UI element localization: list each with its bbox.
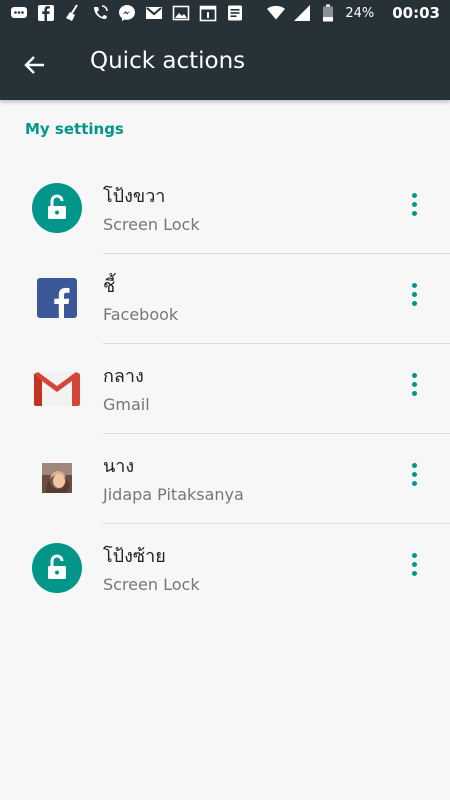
more-options-button[interactable] <box>402 193 426 223</box>
list-item[interactable]: นาง Jidapa Pitaksanya <box>0 433 450 523</box>
messenger-icon <box>118 4 136 22</box>
more-options-button[interactable] <box>402 553 426 583</box>
gmail-notification-icon <box>145 4 163 22</box>
page-title: Quick actions <box>90 48 246 74</box>
gmail-icon <box>32 363 82 413</box>
notes-icon <box>226 4 244 22</box>
divider <box>103 253 450 254</box>
item-title: ชี้ <box>103 276 116 297</box>
more-options-button[interactable] <box>402 373 426 403</box>
more-vert-icon <box>402 283 426 306</box>
item-subtitle: Screen Lock <box>103 575 200 594</box>
notification-icons <box>10 4 244 22</box>
status-bar: 24% 00:03 <box>0 0 450 28</box>
more-vert-icon <box>402 463 426 486</box>
calendar-icon <box>199 4 217 22</box>
wifi-icon <box>267 4 286 22</box>
divider <box>103 343 450 344</box>
divider <box>103 433 450 434</box>
item-subtitle: Screen Lock <box>103 215 200 234</box>
list-item[interactable]: กลาง Gmail <box>0 343 450 433</box>
lock-open-icon <box>32 543 82 593</box>
app-bar: Quick actions <box>0 28 450 100</box>
item-title: โป้งซ้าย <box>103 546 166 567</box>
wifi-calling-icon <box>91 4 109 22</box>
battery-percent: 24% <box>345 5 375 21</box>
item-title: นาง <box>103 456 135 477</box>
facebook-notification-icon <box>37 4 55 22</box>
clock: 00:03 <box>392 4 440 22</box>
chat-bubble-icon <box>10 4 28 22</box>
item-title: กลาง <box>103 366 144 387</box>
divider <box>103 523 450 524</box>
more-vert-icon <box>402 373 426 396</box>
battery-icon <box>319 4 337 22</box>
item-subtitle: Facebook <box>103 305 179 324</box>
more-vert-icon <box>402 553 426 576</box>
image-icon <box>172 4 190 22</box>
list-item[interactable]: โป้งขวา Screen Lock <box>0 163 450 253</box>
more-vert-icon <box>402 193 426 216</box>
list-item[interactable]: โป้งซ้าย Screen Lock <box>0 523 450 613</box>
back-button[interactable] <box>20 50 50 80</box>
broom-icon <box>64 4 82 22</box>
more-options-button[interactable] <box>402 283 426 313</box>
more-options-button[interactable] <box>402 463 426 493</box>
list-item[interactable]: ชี้ Facebook <box>0 253 450 343</box>
cell-signal-icon <box>293 4 311 22</box>
system-status: 24% 00:03 <box>267 4 440 22</box>
quick-actions-list: โป้งขวา Screen Lock ชี้ Facebook กลาง Gm… <box>0 163 450 613</box>
item-title: โป้งขวา <box>103 186 166 207</box>
facebook-icon <box>32 273 82 323</box>
contact-photo <box>32 453 82 503</box>
lock-open-icon <box>32 183 82 233</box>
item-subtitle: Gmail <box>103 395 150 414</box>
arrow-back-icon <box>24 56 44 74</box>
item-subtitle: Jidapa Pitaksanya <box>103 485 244 504</box>
section-header: My settings <box>25 120 124 138</box>
